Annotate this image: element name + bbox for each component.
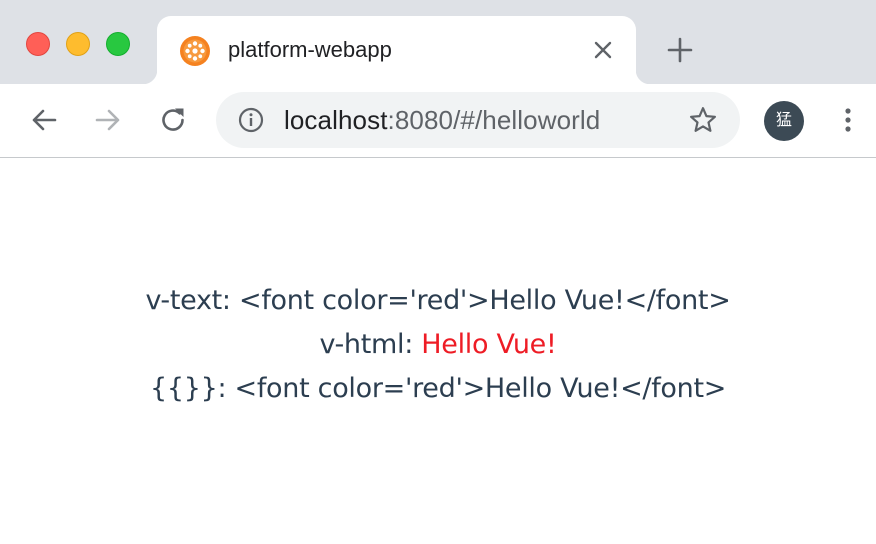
browser-window: platform-webapp localhost:8080/#/hellowo… bbox=[0, 0, 876, 544]
more-vertical-icon[interactable] bbox=[838, 104, 858, 136]
address-bar[interactable]: localhost:8080/#/helloworld bbox=[216, 92, 740, 148]
arrow-right-icon[interactable] bbox=[92, 104, 124, 136]
url-path: :8080/#/helloworld bbox=[387, 105, 601, 135]
hello-world-demo: v-text: <font color='red'>Hello Vue!</fo… bbox=[0, 279, 876, 411]
url-host: localhost bbox=[284, 105, 388, 135]
browser-toolbar: localhost:8080/#/helloworld 猛 bbox=[0, 84, 876, 158]
v-html-rendered-text: Hello Vue! bbox=[421, 329, 557, 360]
arrow-left-icon[interactable] bbox=[28, 104, 60, 136]
v-text-line: v-text: <font color='red'>Hello Vue!</fo… bbox=[145, 285, 731, 316]
info-icon[interactable] bbox=[238, 107, 264, 133]
close-icon[interactable] bbox=[591, 38, 615, 62]
address-url[interactable]: localhost:8080/#/helloworld bbox=[284, 105, 600, 135]
window-zoom-button[interactable] bbox=[106, 32, 130, 56]
plus-icon[interactable] bbox=[666, 36, 694, 64]
window-close-button[interactable] bbox=[26, 32, 50, 56]
tab-title: platform-webapp bbox=[228, 37, 392, 62]
star-outline-icon[interactable] bbox=[688, 105, 718, 135]
v-html-line: v-html: Hello Vue! bbox=[0, 323, 876, 367]
profile-avatar[interactable]: 猛 bbox=[764, 101, 804, 141]
tab-strip: platform-webapp bbox=[0, 0, 876, 84]
tab-platform-webapp[interactable]: platform-webapp bbox=[143, 16, 650, 84]
mustache-line: {{}}: <font color='red'>Hello Vue!</font… bbox=[149, 373, 727, 404]
orange-flower-logo-icon bbox=[180, 36, 210, 66]
v-html-label: v-html: bbox=[319, 329, 422, 360]
page-content: v-text: <font color='red'>Hello Vue!</fo… bbox=[0, 158, 876, 544]
reload-icon[interactable] bbox=[157, 104, 189, 136]
window-minimize-button[interactable] bbox=[66, 32, 90, 56]
